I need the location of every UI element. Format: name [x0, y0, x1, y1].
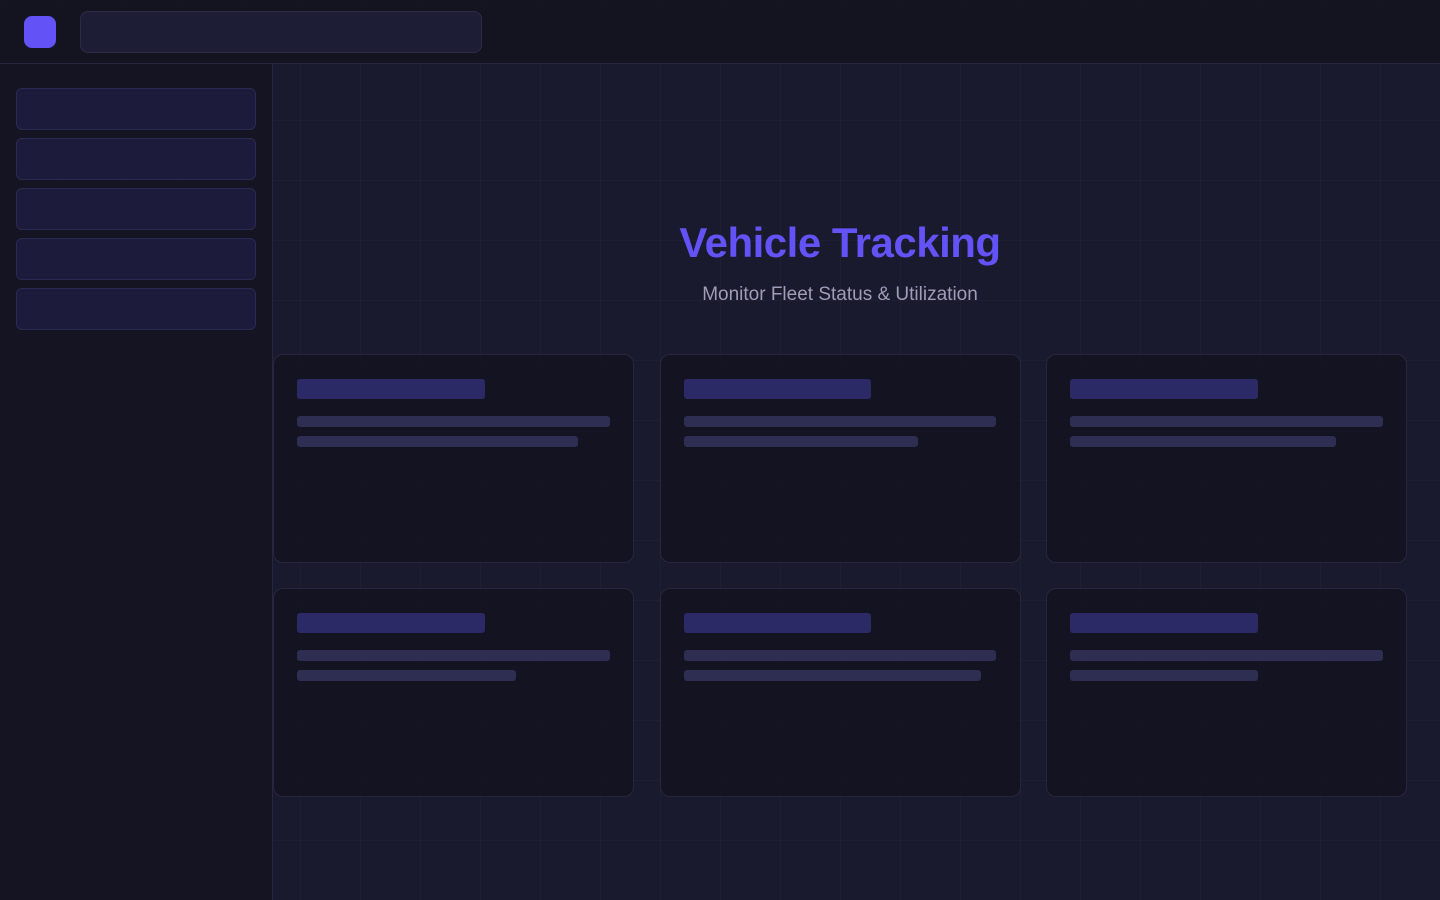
card-text-placeholder — [297, 436, 578, 447]
card-text-placeholder — [297, 670, 516, 681]
page-title: Vehicle Tracking — [679, 219, 1001, 266]
dashboard-card-1[interactable] — [273, 354, 634, 563]
dashboard-card-6[interactable] — [1046, 588, 1407, 797]
card-text-placeholder — [684, 416, 996, 427]
sidebar-item-2[interactable] — [16, 138, 256, 180]
app-logo-icon[interactable] — [24, 16, 56, 48]
card-text-placeholder — [684, 436, 918, 447]
search-input[interactable] — [80, 11, 482, 53]
dashboard-card-3[interactable] — [1046, 354, 1407, 563]
sidebar-item-4[interactable] — [16, 238, 256, 280]
card-title-placeholder — [1070, 613, 1258, 633]
dashboard-card-4[interactable] — [273, 588, 634, 797]
card-title-placeholder — [684, 613, 871, 633]
card-text-placeholder — [1070, 650, 1383, 661]
card-text-placeholder — [1070, 670, 1258, 681]
card-text-placeholder — [297, 650, 610, 661]
sidebar-item-1[interactable] — [16, 88, 256, 130]
dashboard-card-2[interactable] — [660, 354, 1021, 563]
card-text-placeholder — [684, 670, 981, 681]
card-title-placeholder — [297, 613, 485, 633]
sidebar-item-3[interactable] — [16, 188, 256, 230]
card-text-placeholder — [297, 416, 610, 427]
card-title-placeholder — [297, 379, 485, 399]
card-text-placeholder — [1070, 416, 1383, 427]
top-bar — [0, 0, 1440, 64]
card-text-placeholder — [1070, 436, 1336, 447]
dashboard-card-5[interactable] — [660, 588, 1021, 797]
card-title-placeholder — [1070, 379, 1258, 399]
card-title-placeholder — [684, 379, 871, 399]
page-subtitle: Monitor Fleet Status & Utilization — [702, 284, 978, 305]
sidebar-item-5[interactable] — [16, 288, 256, 330]
card-text-placeholder — [684, 650, 996, 661]
sidebar — [0, 64, 273, 900]
